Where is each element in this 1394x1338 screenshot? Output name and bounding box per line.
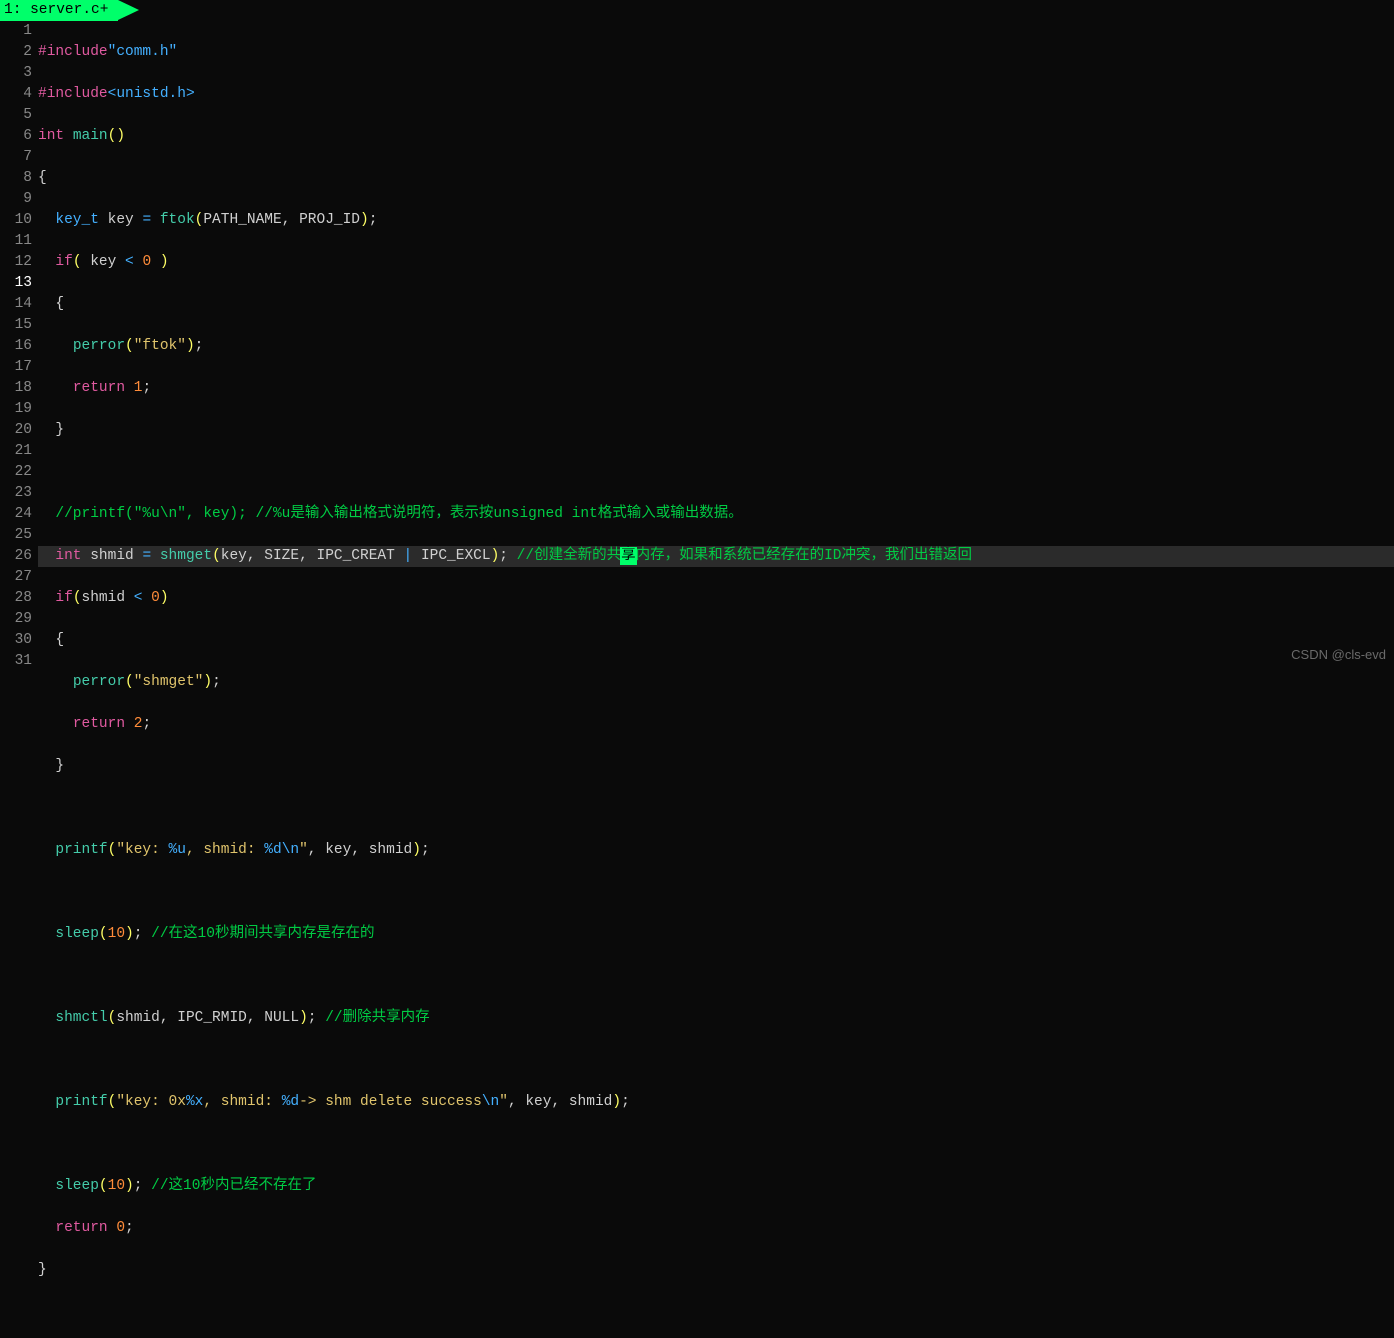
code-line <box>38 1050 1394 1071</box>
code-line <box>38 966 1394 987</box>
watermark: CSDN @cls-evd <box>1291 644 1386 665</box>
line-number: 4 <box>0 84 32 105</box>
code-line: perror("shmget"); <box>38 672 1394 693</box>
code-line: printf("key: %u, shmid: %d\n", key, shmi… <box>38 840 1394 861</box>
line-number: 18 <box>0 378 32 399</box>
code-line: printf("key: 0x%x, shmid: %d-> shm delet… <box>38 1092 1394 1113</box>
code-line: { <box>38 168 1394 189</box>
line-number: 25 <box>0 525 32 546</box>
code-line: shmctl(shmid, IPC_RMID, NULL); //删除共享内存 <box>38 1008 1394 1029</box>
line-number: 13 <box>0 273 32 294</box>
line-number: 16 <box>0 336 32 357</box>
tab-label: 1: server.c+ <box>4 0 108 21</box>
line-number: 1 <box>0 21 32 42</box>
line-number: 26 <box>0 546 32 567</box>
line-number: 10 <box>0 210 32 231</box>
cursor: 享 <box>621 548 636 564</box>
code-line: sleep(10); //在这10秒期间共享内存是存在的 <box>38 924 1394 945</box>
line-number: 7 <box>0 147 32 168</box>
code-line: return 2; <box>38 714 1394 735</box>
code-line <box>38 462 1394 483</box>
line-number: 11 <box>0 231 32 252</box>
line-number: 28 <box>0 588 32 609</box>
line-number: 30 <box>0 630 32 651</box>
line-number: 3 <box>0 63 32 84</box>
code-line: { <box>38 630 1394 651</box>
gutter: 1234567891011121314151617181920212223242… <box>0 21 38 1338</box>
code-line <box>38 798 1394 819</box>
editor[interactable]: 1234567891011121314151617181920212223242… <box>0 21 1394 1338</box>
code-line: if(shmid < 0) <box>38 588 1394 609</box>
line-number: 8 <box>0 168 32 189</box>
code-line: int main() <box>38 126 1394 147</box>
code-line: return 1; <box>38 378 1394 399</box>
code-line: } <box>38 756 1394 777</box>
line-number: 15 <box>0 315 32 336</box>
code-line: perror("ftok"); <box>38 336 1394 357</box>
code-line: //printf("%u\n", key); //%u是输入输出格式说明符，表示… <box>38 504 1394 525</box>
code-line: #include<unistd.h> <box>38 84 1394 105</box>
code-line: return 0; <box>38 1218 1394 1239</box>
code-line <box>38 1134 1394 1155</box>
tab-server-c[interactable]: 1: server.c+ <box>0 0 118 21</box>
code-area[interactable]: #include"comm.h" #include<unistd.h> int … <box>38 21 1394 1338</box>
code-line: sleep(10); //这10秒内已经不存在了 <box>38 1176 1394 1197</box>
line-number: 22 <box>0 462 32 483</box>
line-number: 12 <box>0 252 32 273</box>
line-number: 23 <box>0 483 32 504</box>
code-line: } <box>38 1260 1394 1281</box>
line-number: 20 <box>0 420 32 441</box>
code-line: { <box>38 294 1394 315</box>
code-line: #include"comm.h" <box>38 42 1394 63</box>
line-number: 5 <box>0 105 32 126</box>
line-number: 9 <box>0 189 32 210</box>
code-line <box>38 1302 1394 1323</box>
code-line <box>38 882 1394 903</box>
code-line: key_t key = ftok(PATH_NAME, PROJ_ID); <box>38 210 1394 231</box>
line-number: 21 <box>0 441 32 462</box>
line-number: 27 <box>0 567 32 588</box>
line-number: 2 <box>0 42 32 63</box>
code-line: } <box>38 420 1394 441</box>
code-line-current: int shmid = shmget(key, SIZE, IPC_CREAT … <box>38 546 1394 567</box>
line-number: 6 <box>0 126 32 147</box>
line-number: 17 <box>0 357 32 378</box>
tab-bar: 1: server.c+ <box>0 0 1394 21</box>
line-number: 29 <box>0 609 32 630</box>
line-number: 14 <box>0 294 32 315</box>
line-number: 24 <box>0 504 32 525</box>
code-line: if( key < 0 ) <box>38 252 1394 273</box>
line-number: 19 <box>0 399 32 420</box>
